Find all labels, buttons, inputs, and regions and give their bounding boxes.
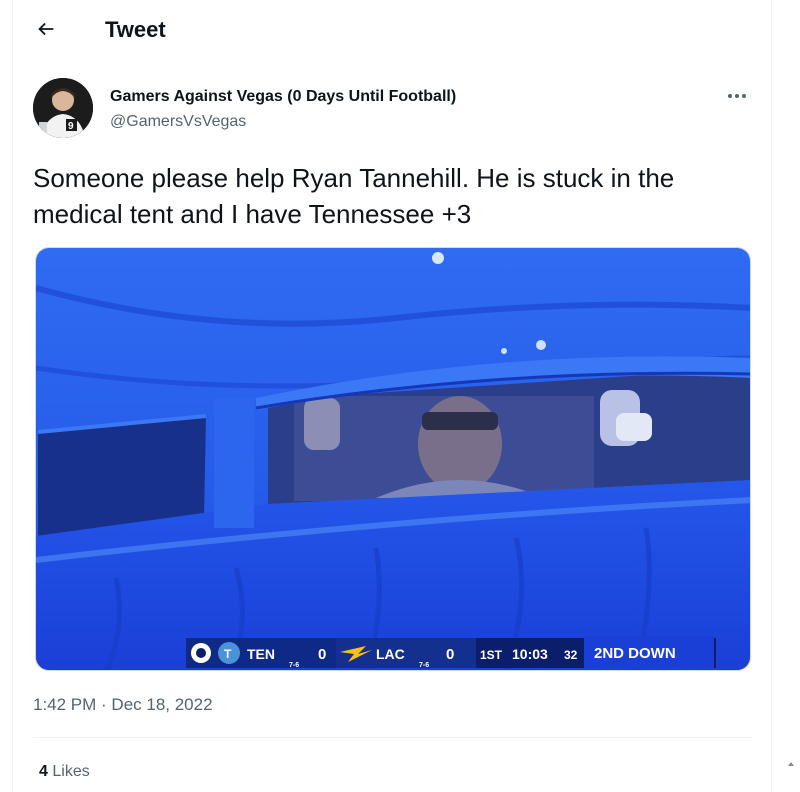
down-indicator: 2ND DOWN [594, 645, 676, 662]
more-horizontal-icon [726, 87, 748, 105]
game-clock: 10:03 [512, 646, 548, 662]
more-button[interactable] [719, 82, 755, 110]
tweet-photo[interactable]: T TEN 7-6 0 LAC 7-6 0 1ST 10:03 32 2ND D… [35, 247, 751, 671]
quarter: 1ST [480, 648, 503, 662]
team2-score: 0 [446, 646, 454, 663]
arrow-left-icon [35, 18, 57, 45]
profile-avatar-image: 9 [33, 78, 93, 138]
tweet-text: Someone please help Ryan Tannehill. He i… [33, 163, 675, 229]
scorebug: T TEN 7-6 0 LAC 7-6 0 1ST 10:03 32 2ND D… [186, 636, 716, 669]
divider [33, 737, 753, 738]
avatar[interactable]: 9 [33, 78, 93, 138]
likes-count: 4 [39, 763, 48, 780]
top-bar: Tweet [13, 0, 773, 62]
team1-name: TEN [247, 646, 275, 662]
team2-name: LAC [376, 646, 405, 662]
likes-link[interactable]: 4 Likes [39, 763, 90, 781]
team2-record: 7-6 [419, 662, 429, 669]
page-scrollbar[interactable] [786, 760, 796, 792]
team1-score: 0 [318, 646, 326, 663]
team1-record: 7-6 [289, 662, 299, 669]
likes-label: Likes [52, 763, 90, 780]
author-handle[interactable]: @GamersVsVegas [110, 113, 246, 131]
tweet-timestamp[interactable]: 1:42 PM · Dec 18, 2022 [33, 695, 213, 715]
author-display-name[interactable]: Gamers Against Vegas (0 Days Until Footb… [110, 88, 456, 106]
page-title: Tweet [105, 17, 166, 42]
svg-text:9: 9 [68, 121, 74, 132]
team1-logo-letter: T [224, 647, 232, 661]
play-clock: 32 [564, 648, 578, 662]
back-button[interactable] [29, 14, 63, 48]
tweet-column: Tweet 9 Gamers Against Vegas (0 Days Unt… [12, 0, 772, 792]
